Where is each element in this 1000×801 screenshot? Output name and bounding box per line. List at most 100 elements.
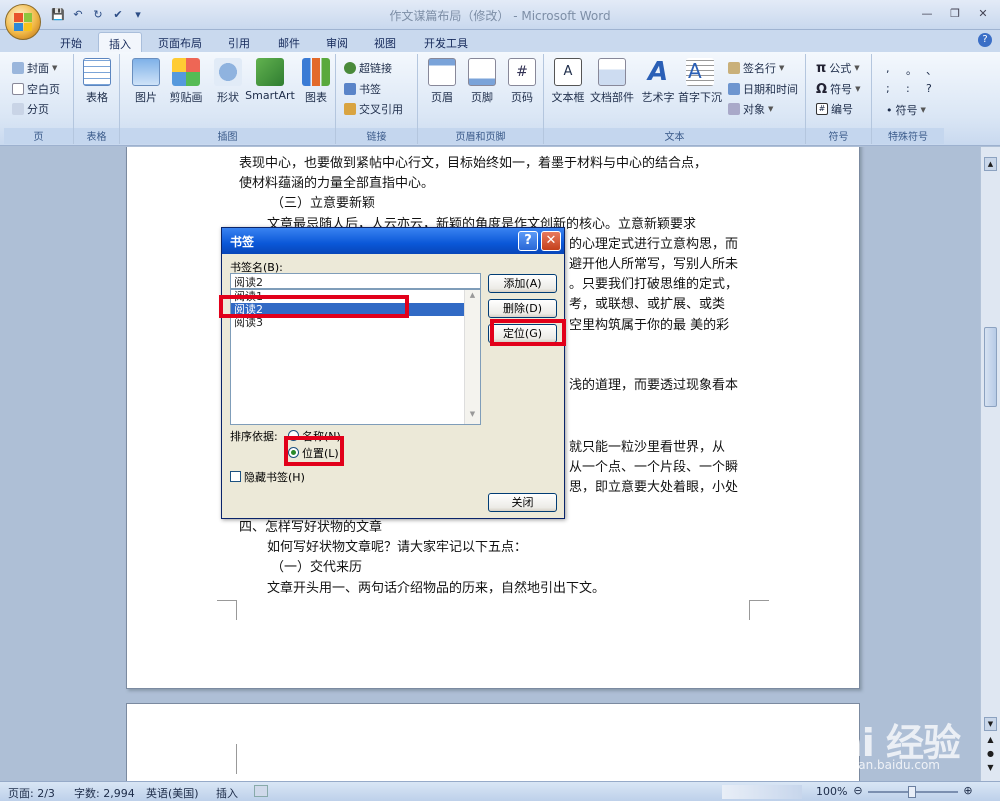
zoom-slider-thumb[interactable]	[908, 786, 916, 798]
equation-button[interactable]: π 公式 ▼	[816, 60, 860, 76]
dialog-title-bar[interactable]: 书签 ? ✕	[222, 228, 564, 254]
cross-reference-button[interactable]: 交叉引用	[344, 101, 403, 117]
text-line: 避开他人所常写，写别人所未	[569, 257, 739, 272]
ribbon: 封面 ▼ 空白页 分页 页 表格 表格 图片 剪贴画 形状 SmartArt 图表…	[0, 52, 1000, 146]
close-button[interactable]: 关闭	[488, 493, 557, 512]
dialog-close-icon[interactable]: ✕	[541, 231, 561, 251]
smartart-icon	[256, 58, 284, 86]
text-line: 表现中心，也要做到紧帖中心行文，目标始终如一，着墨于材料与中心的结合点，	[239, 156, 708, 171]
close-icon[interactable]: ✕	[970, 4, 996, 22]
text-line: 思，即立意要大处着眼，小处	[569, 480, 739, 495]
text-line: 就只能一粒沙里看世界，从	[569, 440, 726, 455]
wordart-button[interactable]: A 艺术字	[636, 58, 680, 105]
hyperlink-button[interactable]: 超链接	[344, 60, 392, 76]
list-scrollbar[interactable]: ▲ ▼	[464, 290, 480, 424]
tab-page-layout[interactable]: 页面布局	[148, 32, 212, 52]
hidden-bookmarks-checkbox[interactable]	[230, 471, 241, 482]
table-button[interactable]: 表格	[77, 58, 117, 105]
enumeration-comma-button[interactable]: 、	[926, 62, 937, 78]
shapes-button[interactable]: 形状	[208, 58, 248, 105]
vertical-scrollbar[interactable]: ▲ ▼ ▲ ● ▼	[980, 147, 1000, 781]
tab-references[interactable]: 引用	[218, 32, 260, 52]
footer-button[interactable]: 页脚	[462, 58, 502, 105]
bookmark-name-input[interactable]: 阅读2	[230, 273, 481, 289]
drop-cap-button[interactable]: A 首字下沉	[676, 58, 724, 105]
insert-mode[interactable]: 插入	[216, 785, 238, 801]
symbol-button[interactable]: Ω 符号 ▼	[816, 81, 860, 97]
object-icon	[728, 103, 740, 115]
tab-mailings[interactable]: 邮件	[268, 32, 310, 52]
page-number-button[interactable]: # 页码	[502, 58, 542, 105]
header-button[interactable]: 页眉	[422, 58, 462, 105]
page-break-button[interactable]: 分页	[12, 101, 49, 117]
highlight-selected-bookmark	[219, 295, 409, 318]
signature-line-button[interactable]: 签名行 ▼	[728, 60, 784, 76]
language-indicator[interactable]: 英语(美国)	[146, 785, 199, 801]
period-button[interactable]: 。	[906, 62, 917, 78]
semicolon-button[interactable]: ;	[886, 82, 890, 95]
window-controls: — ❐ ✕	[914, 4, 996, 22]
zoom-in-icon[interactable]: ⊕	[962, 785, 974, 797]
scroll-thumb[interactable]	[984, 327, 997, 407]
object-button[interactable]: 对象 ▼	[728, 101, 773, 117]
bookmark-icon	[344, 83, 356, 95]
help-icon[interactable]: ?	[978, 33, 992, 47]
comma-button[interactable]: ,	[886, 62, 890, 75]
question-mark-button[interactable]: ?	[926, 82, 932, 95]
page-number-icon: #	[508, 58, 536, 86]
special-symbol-button[interactable]: • 符号 ▼	[886, 102, 926, 118]
hyperlink-icon	[344, 62, 356, 74]
page-break-icon	[12, 103, 24, 115]
smartart-button[interactable]: SmartArt	[244, 58, 296, 102]
cover-page-button[interactable]: 封面 ▼	[12, 60, 57, 76]
document-page-2[interactable]	[126, 703, 860, 781]
quick-parts-button[interactable]: 文档部件	[588, 58, 636, 105]
zoom-level[interactable]: 100%	[816, 785, 847, 798]
clip-art-button[interactable]: 剪贴画	[164, 58, 208, 105]
minimize-icon[interactable]: —	[914, 4, 940, 22]
browse-object-icon[interactable]: ●	[984, 749, 997, 761]
text-line: 浅的道理，而要透过现象看本	[569, 378, 739, 393]
date-time-button[interactable]: 日期和时间	[728, 81, 798, 97]
watermark-url: jingyan.baidu.com	[829, 758, 940, 772]
list-scroll-up-icon[interactable]: ▲	[466, 291, 479, 304]
header-footer-group-label: 页眉和页脚	[418, 128, 543, 144]
delete-button[interactable]: 删除(D)	[488, 299, 557, 318]
bookmark-button[interactable]: 书签	[344, 81, 381, 97]
margin-corner	[217, 744, 237, 774]
restore-icon[interactable]: ❐	[942, 4, 968, 22]
special-symbols-group: , 。 、 ; : ? • 符号 ▼ 特殊符号	[872, 54, 944, 144]
tab-review[interactable]: 审阅	[316, 32, 358, 52]
numbering-button[interactable]: # 编号	[816, 101, 853, 117]
macro-record-icon[interactable]	[254, 785, 268, 797]
colon-button[interactable]: :	[906, 82, 910, 95]
next-page-icon[interactable]: ▼	[984, 763, 997, 775]
tab-developer[interactable]: 开发工具	[414, 32, 478, 52]
zoom-out-icon[interactable]: ⊖	[852, 785, 864, 797]
symbols-group-label: 符号	[806, 128, 871, 144]
tab-view[interactable]: 视图	[364, 32, 406, 52]
text-line: 考，或联想、或扩展、或类	[569, 297, 726, 312]
previous-page-icon[interactable]: ▲	[984, 735, 997, 747]
scroll-up-icon[interactable]: ▲	[984, 157, 997, 171]
page-count[interactable]: 页面: 2/3	[8, 785, 55, 801]
tab-insert[interactable]: 插入	[98, 32, 142, 52]
table-group: 表格 表格	[74, 54, 120, 144]
picture-button[interactable]: 图片	[126, 58, 166, 105]
chart-button[interactable]: 图表	[296, 58, 336, 105]
scroll-down-icon[interactable]: ▼	[984, 717, 997, 731]
dialog-help-icon[interactable]: ?	[518, 231, 538, 251]
add-button[interactable]: 添加(A)	[488, 274, 557, 293]
blank-page-button[interactable]: 空白页	[12, 81, 60, 97]
window-title: 作文谋篇布局（修改） - Microsoft Word	[389, 9, 611, 23]
text-group-label: 文本	[544, 128, 805, 144]
text-box-button[interactable]: A 文本框	[548, 58, 588, 105]
tab-home[interactable]: 开始	[50, 32, 92, 52]
list-scroll-down-icon[interactable]: ▼	[466, 410, 479, 423]
text-line: （一）交代来历	[271, 560, 363, 575]
symbols-group: π 公式 ▼ Ω 符号 ▼ # 编号 符号	[806, 54, 872, 144]
dialog-title: 书签	[230, 235, 255, 249]
view-buttons[interactable]	[722, 785, 802, 799]
word-count[interactable]: 字数: 2,994	[74, 785, 135, 801]
office-button[interactable]	[5, 4, 41, 40]
